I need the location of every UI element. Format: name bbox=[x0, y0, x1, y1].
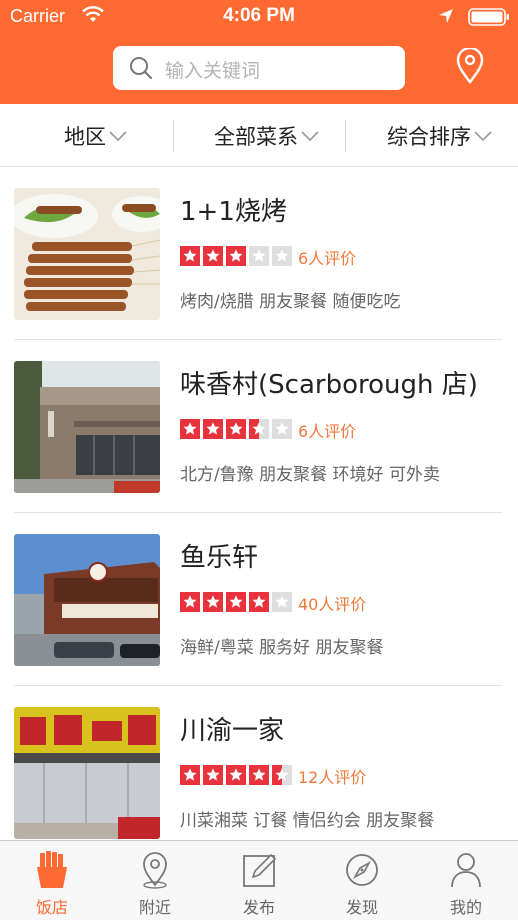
tab-label: 我的 bbox=[449, 898, 482, 917]
star-empty-icon bbox=[249, 246, 269, 266]
chevron-down-icon bbox=[474, 130, 492, 141]
restaurant-photo bbox=[14, 707, 160, 839]
restaurant-photo bbox=[14, 534, 160, 666]
restaurant-photo bbox=[14, 188, 160, 320]
search-input[interactable]: 输入关键词 bbox=[113, 46, 405, 90]
filter-sort-label: 综合排序 bbox=[387, 124, 471, 149]
star-full-icon bbox=[249, 592, 269, 612]
tab-label: 饭店 bbox=[35, 898, 68, 917]
list-item[interactable]: 川渝一家 12人评价 川菜湘菜 订餐 情侣约会 朋友聚餐 bbox=[0, 686, 518, 840]
list-item[interactable]: 1+1烧烤 6人评价 烤肉/烧腊 朋友聚餐 随便吃吃 bbox=[0, 167, 518, 340]
filter-region-label: 地区 bbox=[64, 124, 106, 149]
filter-cuisine[interactable]: 全部菜系 bbox=[214, 104, 320, 167]
chevron-down-icon bbox=[109, 130, 127, 141]
review-count: 40人评价 bbox=[298, 595, 367, 614]
star-full-icon bbox=[226, 592, 246, 612]
review-count: 6人评价 bbox=[298, 422, 357, 441]
star-empty-icon bbox=[272, 246, 292, 266]
header: Carrier 4:06 PM 输入关键词 bbox=[0, 0, 518, 104]
restaurant-name: 味香村(Scarborough 店) bbox=[180, 370, 478, 400]
restaurant-name: 川渝一家 bbox=[180, 716, 285, 746]
battery-icon bbox=[468, 8, 509, 26]
map-pin-icon[interactable] bbox=[454, 48, 486, 84]
edit-icon bbox=[243, 853, 277, 887]
tab-bar: 饭店 附近 发布 发现 我的 bbox=[0, 840, 518, 920]
filter-bar: 地区 全部菜系 综合排序 bbox=[0, 104, 518, 167]
star-rating bbox=[180, 419, 295, 439]
filter-sort[interactable]: 综合排序 bbox=[387, 104, 493, 167]
review-count: 6人评价 bbox=[298, 249, 357, 268]
search-icon bbox=[130, 57, 153, 80]
restaurant-name: 1+1烧烤 bbox=[180, 197, 287, 227]
star-rating bbox=[180, 246, 295, 266]
star-full-icon bbox=[203, 592, 223, 612]
location-arrow-icon bbox=[439, 9, 453, 23]
tab-label: 发布 bbox=[242, 898, 275, 917]
filter-region[interactable]: 地区 bbox=[64, 104, 128, 167]
restaurant-photo bbox=[14, 361, 160, 493]
fries-icon bbox=[37, 851, 67, 888]
star-full-icon bbox=[226, 765, 246, 785]
filter-divider bbox=[345, 120, 346, 152]
list-item[interactable]: 味香村(Scarborough 店) 6人评价 北方/鲁豫 朋友聚餐 环境好 可… bbox=[0, 340, 518, 513]
star-half-icon bbox=[272, 765, 292, 785]
star-rating bbox=[180, 765, 295, 785]
tab-nearby[interactable]: 附近 bbox=[103, 841, 207, 920]
tab-profile[interactable]: 我的 bbox=[414, 841, 518, 920]
person-icon bbox=[451, 853, 481, 888]
restaurant-name: 鱼乐轩 bbox=[180, 543, 259, 573]
star-half-icon bbox=[249, 419, 269, 439]
star-full-icon bbox=[180, 246, 200, 266]
search-placeholder: 输入关键词 bbox=[165, 60, 261, 82]
tab-restaurants[interactable]: 饭店 bbox=[0, 841, 104, 920]
restaurant-list: 1+1烧烤 6人评价 烤肉/烧腊 朋友聚餐 随便吃吃 味香村(Scarborou… bbox=[0, 167, 518, 840]
status-bar: Carrier 4:06 PM bbox=[0, 0, 518, 34]
tab-post[interactable]: 发布 bbox=[207, 841, 311, 920]
restaurant-tags: 烤肉/烧腊 朋友聚餐 随便吃吃 bbox=[180, 292, 401, 312]
filter-divider bbox=[173, 120, 174, 152]
chevron-down-icon bbox=[301, 130, 319, 141]
tab-label: 发现 bbox=[345, 898, 378, 917]
filter-cuisine-label: 全部菜系 bbox=[214, 124, 298, 149]
star-full-icon bbox=[180, 765, 200, 785]
star-full-icon bbox=[226, 419, 246, 439]
star-full-icon bbox=[203, 246, 223, 266]
star-full-icon bbox=[180, 592, 200, 612]
tab-discover[interactable]: 发现 bbox=[310, 841, 414, 920]
star-rating bbox=[180, 592, 295, 612]
compass-icon bbox=[346, 854, 378, 886]
restaurant-tags: 北方/鲁豫 朋友聚餐 环境好 可外卖 bbox=[180, 465, 440, 485]
star-full-icon bbox=[249, 765, 269, 785]
location-pin-icon bbox=[143, 852, 167, 889]
restaurant-tags: 海鲜/粤菜 服务好 朋友聚餐 bbox=[180, 638, 384, 658]
star-full-icon bbox=[226, 246, 246, 266]
star-empty-icon bbox=[272, 592, 292, 612]
list-item[interactable]: 鱼乐轩 40人评价 海鲜/粤菜 服务好 朋友聚餐 bbox=[0, 513, 518, 686]
tab-label: 附近 bbox=[138, 898, 171, 917]
restaurant-tags: 川菜湘菜 订餐 情侣约会 朋友聚餐 bbox=[180, 811, 435, 831]
star-full-icon bbox=[203, 419, 223, 439]
star-empty-icon bbox=[272, 419, 292, 439]
star-full-icon bbox=[203, 765, 223, 785]
star-full-icon bbox=[180, 419, 200, 439]
review-count: 12人评价 bbox=[298, 768, 367, 787]
